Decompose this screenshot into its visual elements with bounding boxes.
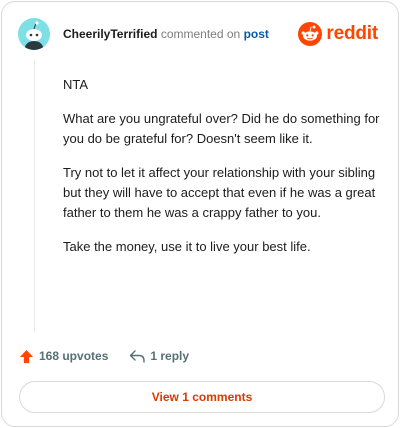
reddit-logo-icon	[298, 22, 323, 46]
reddit-logo[interactable]: reddit	[298, 21, 378, 47]
comment-card: CheerilyTerrified commented on post redd…	[1, 1, 399, 427]
upvote-button[interactable]: 168 upvotes	[19, 349, 108, 364]
username[interactable]: CheerilyTerrified	[63, 27, 157, 41]
comment-paragraph: NTA	[63, 77, 89, 92]
byline: CheerilyTerrified commented on post	[63, 27, 269, 41]
post-link[interactable]: post	[244, 27, 269, 41]
reply-count: 1 reply	[150, 349, 190, 363]
upvote-arrow-icon	[19, 349, 34, 363]
snoo-avatar-icon	[18, 18, 50, 50]
comment-body: NTA What are you ungrateful over? Did he…	[63, 75, 383, 271]
comment-paragraph: Try not to let it affect your relationsh…	[63, 165, 376, 220]
comment-header: CheerilyTerrified commented on post redd…	[18, 18, 382, 52]
commented-on-text: commented on	[160, 27, 241, 41]
thread-line	[34, 60, 35, 332]
reddit-wordmark: reddit	[326, 23, 378, 44]
comment-actions: 168 upvotes 1 reply	[19, 346, 210, 366]
view-comments-button[interactable]: View 1 comments	[19, 381, 385, 413]
reply-button[interactable]: 1 reply	[129, 349, 189, 363]
comment-paragraph: Take the money, use it to live your best…	[63, 239, 311, 254]
upvote-count: 168 upvotes	[39, 349, 109, 363]
comment-paragraph: What are you ungrateful over? Did he do …	[63, 111, 380, 146]
avatar[interactable]	[18, 18, 50, 50]
reply-arrow-icon	[130, 350, 146, 363]
